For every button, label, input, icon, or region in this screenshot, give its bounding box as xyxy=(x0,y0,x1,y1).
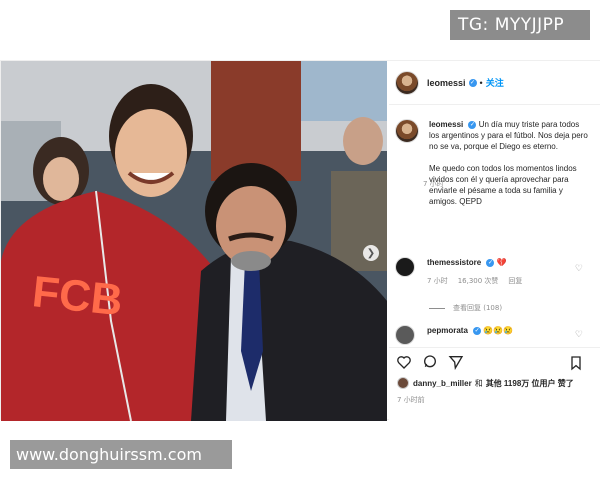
svg-text:FCB: FCB xyxy=(30,267,125,325)
instagram-post: FCB ❯ leomessi ✓ • 关注 leomessi ✓ Un día … xyxy=(0,60,600,421)
avatar[interactable] xyxy=(395,70,419,95)
comment-text: 😢😢😢 xyxy=(483,326,514,335)
next-arrow-icon[interactable]: ❯ xyxy=(363,245,379,261)
follow-button[interactable]: 关注 xyxy=(486,76,504,89)
tg-watermark: TG: MYYJJPP xyxy=(450,10,590,40)
comment-item: pepmorata ✓ 😢😢😢 ♡ xyxy=(395,325,595,345)
likes-first-user[interactable]: danny_b_miller xyxy=(413,379,472,388)
share-icon[interactable] xyxy=(447,353,465,371)
caption: leomessi ✓ Un día muy triste para todos … xyxy=(395,119,595,207)
avatar[interactable] xyxy=(395,325,415,345)
heart-icon[interactable] xyxy=(395,353,413,371)
post-photo[interactable]: FCB ❯ xyxy=(1,61,387,421)
photo-illustration: FCB xyxy=(1,61,387,421)
header-username[interactable]: leomessi xyxy=(427,78,466,88)
site-watermark: www.donghuirssm.com xyxy=(10,440,232,469)
verified-icon: ✓ xyxy=(468,120,477,129)
heart-icon[interactable]: ♡ xyxy=(575,263,583,274)
caption-text: leomessi ✓ Un día muy triste para todos … xyxy=(429,119,589,207)
likes-summary: danny_b_miller 和 其他 1198万 位用户 赞了 xyxy=(397,377,574,389)
reply-button[interactable]: 回复 xyxy=(508,276,522,286)
verified-icon: ✓ xyxy=(486,258,495,267)
comment-time: 7 小时 xyxy=(427,277,448,285)
divider xyxy=(429,307,445,309)
comment-text: 💔 xyxy=(496,258,507,267)
comment-icon[interactable] xyxy=(421,353,439,371)
view-replies-label[interactable]: 查看回复 (108) xyxy=(453,303,502,313)
view-replies-link[interactable]: 查看回复 (108) xyxy=(429,303,502,313)
comment-username[interactable]: themessistore xyxy=(427,258,481,267)
caption-para2: Me quedo con todos los momentos lindos v… xyxy=(429,164,577,206)
verified-icon: ✓ xyxy=(468,78,477,87)
action-bar xyxy=(389,347,600,375)
post-header: leomessi ✓ • 关注 xyxy=(389,61,600,105)
likes-and: 和 xyxy=(474,378,483,388)
post-side-panel: leomessi ✓ • 关注 leomessi ✓ Un día muy tr… xyxy=(389,61,600,421)
bookmark-icon[interactable] xyxy=(567,354,585,372)
comment-likes[interactable]: 16,300 次赞 xyxy=(458,276,499,286)
caption-username[interactable]: leomessi xyxy=(429,120,463,129)
separator-dot: • xyxy=(479,77,483,88)
likes-others[interactable]: 其他 1198万 位用户 赞了 xyxy=(486,378,574,389)
avatar[interactable] xyxy=(395,257,415,277)
comment-item: themessistore ✓ 💔 7 小时 16,300 次赞 回复 ♡ xyxy=(395,257,595,286)
verified-icon: ✓ xyxy=(473,326,482,335)
caption-time: 7 小时 xyxy=(423,180,444,188)
post-time: 7 小时前 xyxy=(397,396,425,404)
avatar[interactable] xyxy=(397,377,409,389)
avatar[interactable] xyxy=(395,119,419,143)
comment-username[interactable]: pepmorata xyxy=(427,326,468,335)
heart-icon[interactable]: ♡ xyxy=(575,329,583,340)
